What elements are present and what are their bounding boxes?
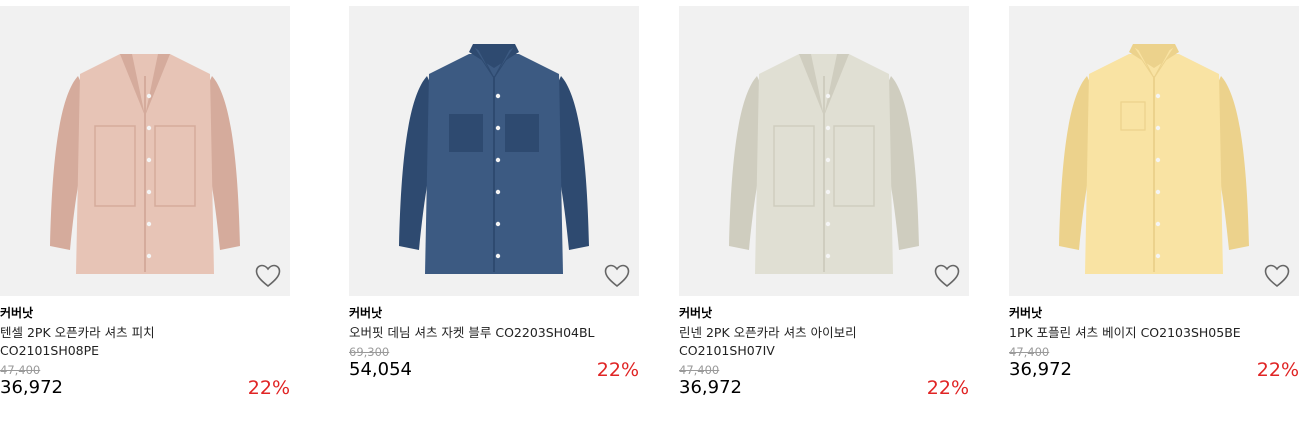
sale-price: 36,972 xyxy=(1009,359,1072,380)
shirt-image xyxy=(729,54,919,274)
discount-rate: 22% xyxy=(596,359,639,381)
brand-name[interactable]: 커버낫 xyxy=(349,305,639,321)
product-card-3[interactable]: 커버낫 1PK 포플린 셔츠 베이지 CO2103SH05BE 47,400 3… xyxy=(1009,6,1299,408)
product-name[interactable]: 린넨 2PK 오픈카라 셔츠 아이보리 CO2101SH07IV xyxy=(679,324,929,360)
sale-price: 36,972 xyxy=(679,377,742,398)
heart-icon[interactable] xyxy=(604,264,630,288)
product-image[interactable] xyxy=(349,6,639,296)
heart-icon[interactable] xyxy=(1264,264,1290,288)
product-card-1[interactable]: 커버낫 오버핏 데님 셔츠 자켓 블루 CO2203SH04BL 69,300 … xyxy=(349,6,639,408)
discount-rate: 22% xyxy=(926,377,969,399)
original-price: 69,300 xyxy=(349,345,390,359)
discount-rate: 22% xyxy=(1256,359,1299,381)
shirt-image xyxy=(1059,44,1249,274)
discount-rate: 22% xyxy=(247,377,290,399)
product-image[interactable] xyxy=(679,6,969,296)
product-info: 커버낫 오버핏 데님 셔츠 자켓 블루 CO2203SH04BL 69,300 … xyxy=(349,296,639,408)
product-name[interactable]: 1PK 포플린 셔츠 베이지 CO2103SH05BE xyxy=(1009,324,1259,342)
brand-name[interactable]: 커버낫 xyxy=(1009,305,1299,321)
product-card-2[interactable]: 커버낫 린넨 2PK 오픈카라 셔츠 아이보리 CO2101SH07IV 47,… xyxy=(679,6,969,408)
original-price: 47,400 xyxy=(679,363,720,377)
product-card-4[interactable]: 커버낫 텐셀 2PK 오픈카라 셔츠 피치 CO2101SH08PE 47,40… xyxy=(0,6,290,408)
product-info: 커버낫 1PK 포플린 셔츠 베이지 CO2103SH05BE 47,400 3… xyxy=(1009,296,1299,408)
product-name[interactable]: 오버핏 데님 셔츠 자켓 블루 CO2203SH04BL xyxy=(349,324,599,342)
original-price: 47,400 xyxy=(0,363,41,377)
sale-price: 54,054 xyxy=(349,359,412,380)
original-price: 47,400 xyxy=(1009,345,1050,359)
shirt-image xyxy=(50,54,240,274)
sale-price: 36,972 xyxy=(0,377,63,398)
product-info: 커버낫 텐셀 2PK 오픈카라 셔츠 피치 CO2101SH08PE 47,40… xyxy=(0,296,290,408)
heart-icon[interactable] xyxy=(934,264,960,288)
heart-icon[interactable] xyxy=(255,264,281,288)
product-image[interactable] xyxy=(0,6,290,296)
shirt-image xyxy=(399,44,589,274)
brand-name[interactable]: 커버낫 xyxy=(0,305,290,321)
product-grid: 커버낫 오버핏 데님 셔츠 자켓 블루 CO2203SH04BL 69,300 … xyxy=(0,0,1306,430)
product-name[interactable]: 텐셀 2PK 오픈카라 셔츠 피치 CO2101SH08PE xyxy=(0,324,250,360)
brand-name[interactable]: 커버낫 xyxy=(679,305,969,321)
product-info: 커버낫 린넨 2PK 오픈카라 셔츠 아이보리 CO2101SH07IV 47,… xyxy=(679,296,969,408)
product-image[interactable] xyxy=(1009,6,1299,296)
